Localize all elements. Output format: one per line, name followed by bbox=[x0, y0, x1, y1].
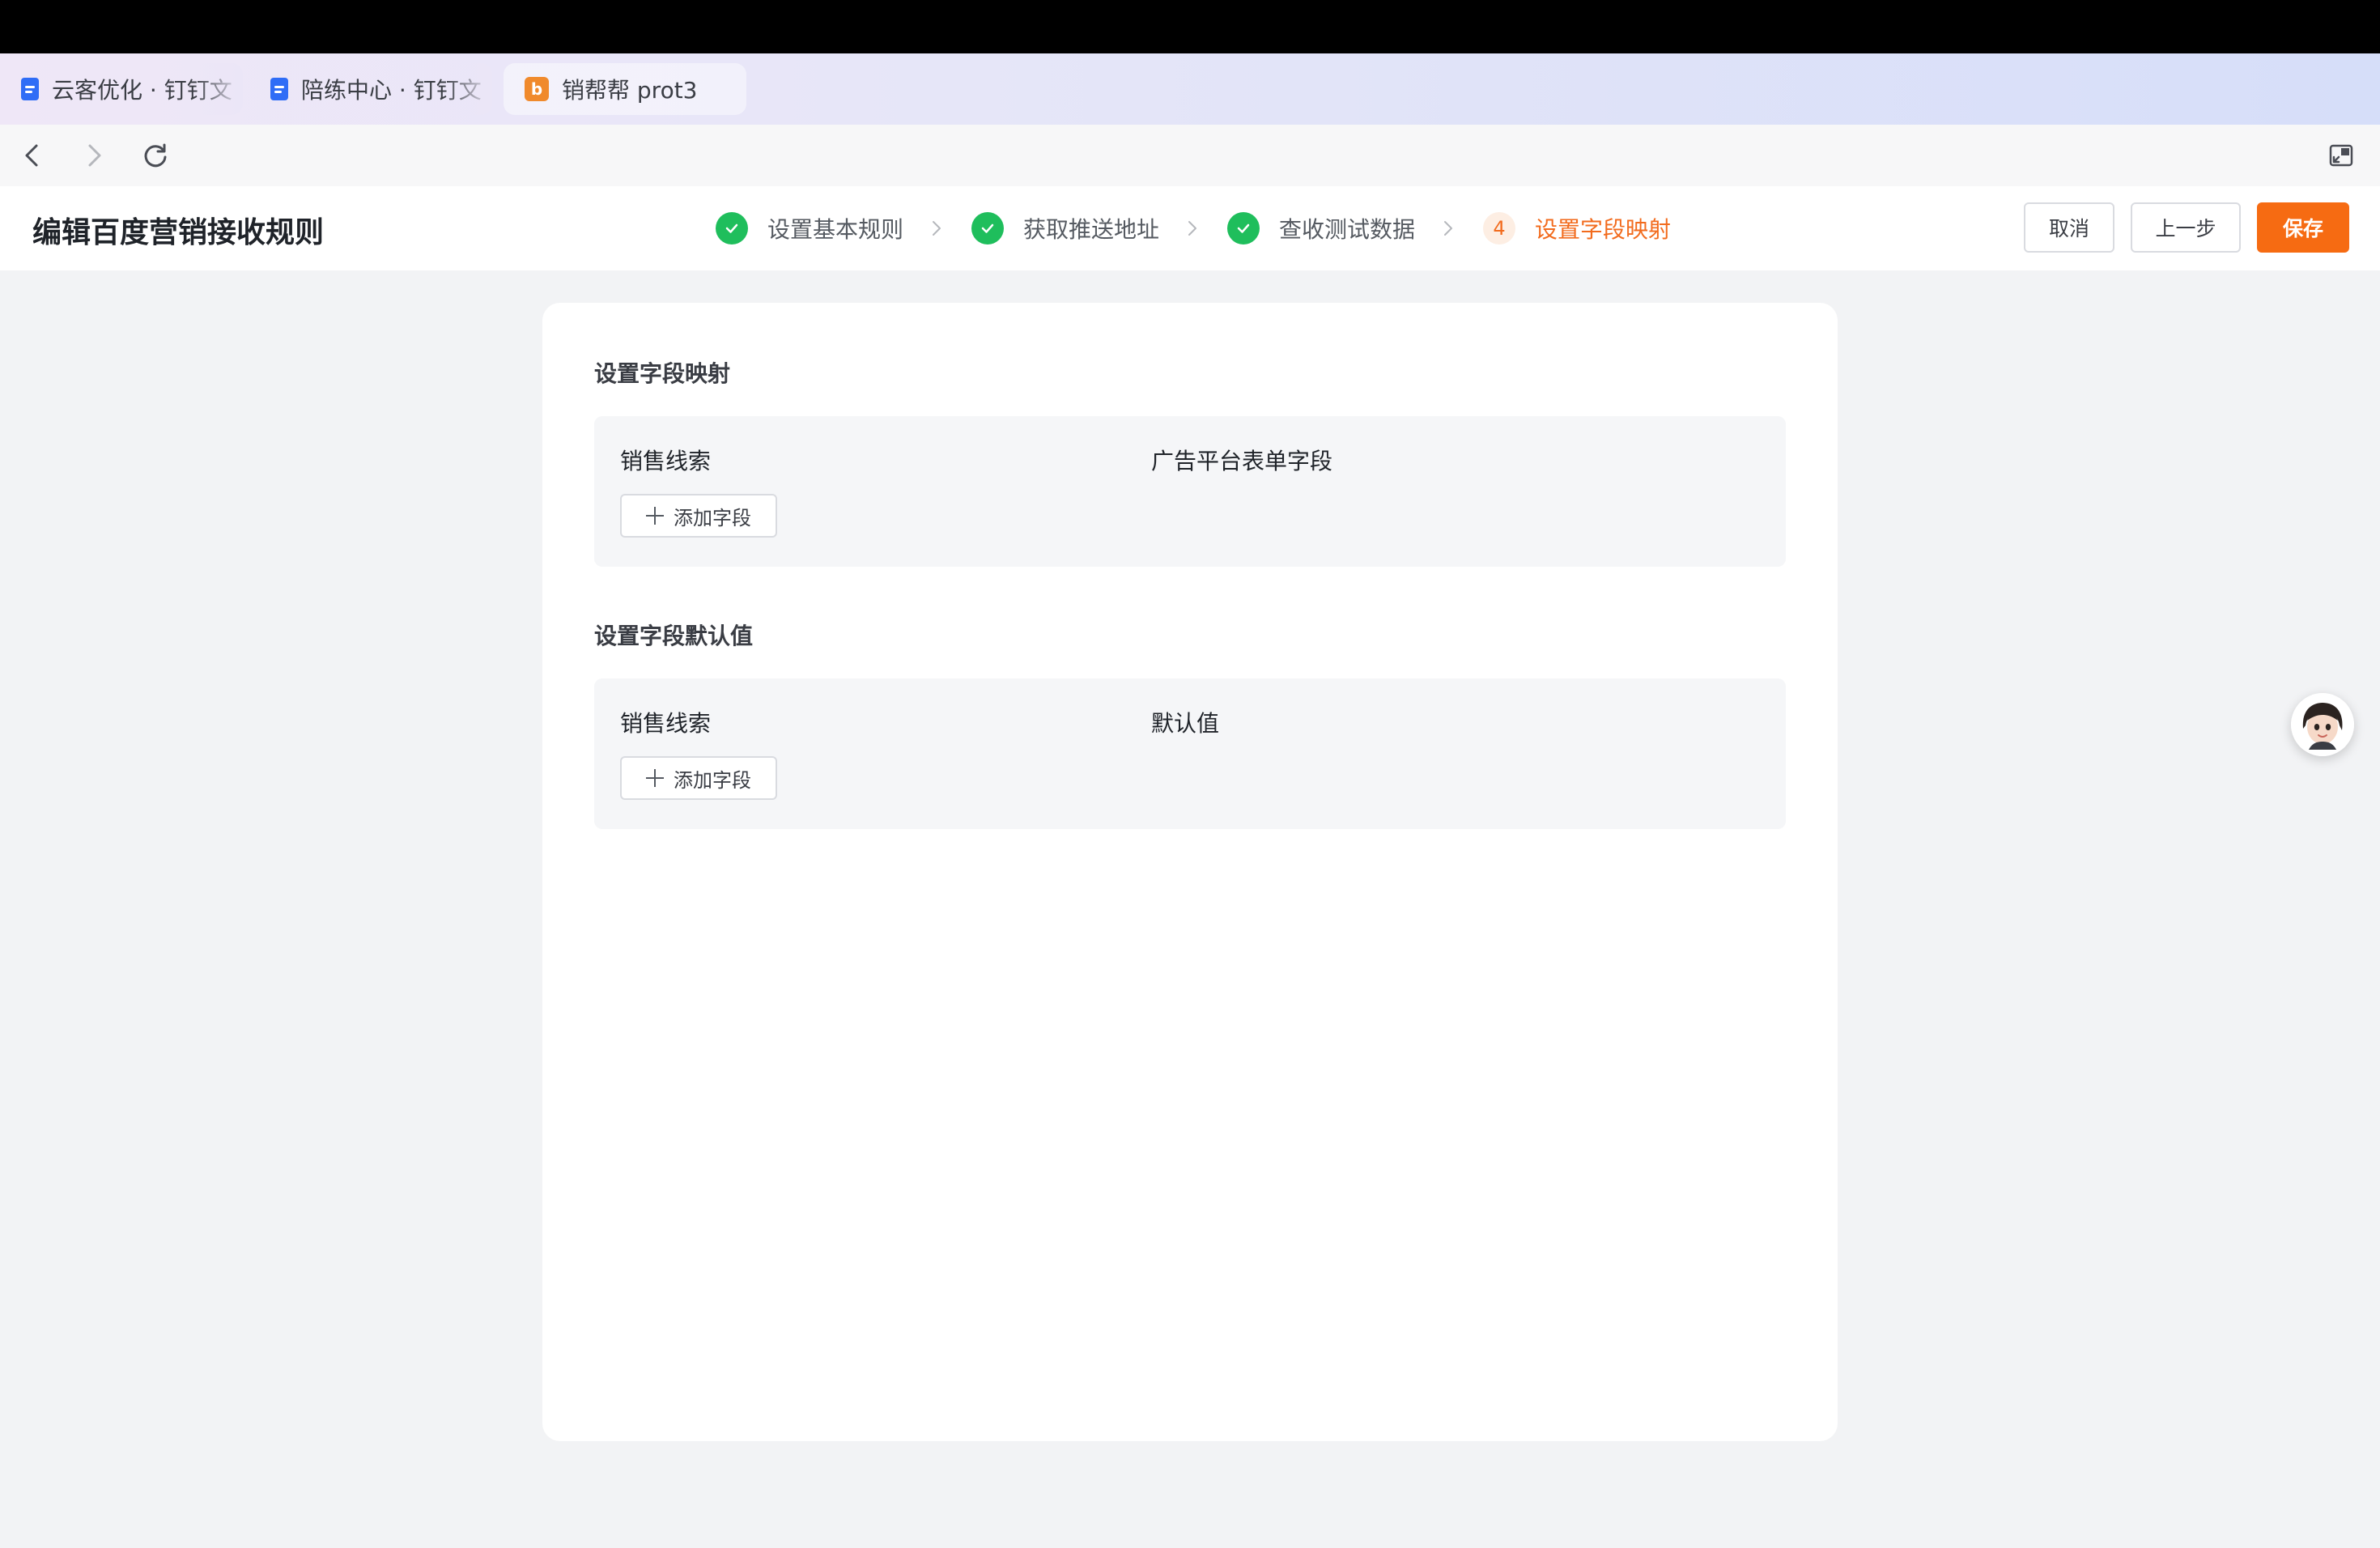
chevron-right-icon bbox=[88, 144, 101, 167]
button-label: 添加字段 bbox=[674, 506, 751, 529]
chevron-left-icon bbox=[25, 144, 38, 167]
mapping-panel: 销售线索 广告平台表单字段 添加字段 bbox=[594, 416, 1786, 567]
step-1: 设置基本规则 bbox=[716, 212, 903, 245]
step-indicator: 设置基本规则 获取推送地址 查收测试数据 4 设置字段映射 bbox=[716, 211, 1671, 246]
browser-nav-bar bbox=[0, 125, 2380, 186]
step-2: 获取推送地址 bbox=[971, 212, 1159, 245]
picture-in-picture-icon bbox=[2329, 144, 2353, 167]
tab-label: 销帮帮 prot3 bbox=[562, 77, 698, 104]
section-title-mapping: 设置字段映射 bbox=[594, 360, 731, 387]
button-label: 添加字段 bbox=[674, 768, 751, 792]
chevron-right-icon bbox=[1443, 219, 1454, 237]
chevron-right-icon bbox=[931, 219, 942, 237]
cancel-button[interactable]: 取消 bbox=[2024, 202, 2114, 253]
column-header: 广告平台表单字段 bbox=[1151, 448, 1333, 474]
column-header: 销售线索 bbox=[620, 710, 712, 737]
check-circle-icon bbox=[716, 212, 748, 245]
b-icon: b bbox=[525, 77, 549, 101]
plus-icon bbox=[646, 769, 664, 787]
step-label: 设置基本规则 bbox=[767, 216, 904, 243]
browser-tab-peilian[interactable]: 陪练中心 · 钉钉文 bbox=[249, 63, 492, 115]
check-circle-icon bbox=[971, 212, 1005, 245]
step-3: 查收测试数据 bbox=[1227, 212, 1415, 245]
forward-button[interactable] bbox=[74, 136, 113, 175]
add-default-field-button[interactable]: 添加字段 bbox=[620, 756, 777, 800]
section-title-defaults: 设置字段默认值 bbox=[594, 623, 754, 649]
doc-icon bbox=[21, 78, 39, 100]
step-label: 设置字段映射 bbox=[1535, 216, 1672, 243]
column-header: 销售线索 bbox=[620, 448, 712, 474]
page-title: 编辑百度营销接收规则 bbox=[32, 216, 325, 249]
step-number: 4 bbox=[1483, 212, 1516, 245]
browser-tab-xiaobangbang[interactable]: b 销帮帮 prot3 bbox=[504, 63, 746, 115]
browser-tab-yunke[interactable]: 云客优化 · 钉钉文 bbox=[0, 63, 243, 115]
assistant-avatar[interactable] bbox=[2291, 693, 2354, 756]
top-bar bbox=[0, 0, 2380, 53]
step-label: 获取推送地址 bbox=[1023, 216, 1160, 243]
page-header: 编辑百度营销接收规则 设置基本规则 获取推送地址 查收测试数据 4 设置字段映射… bbox=[0, 186, 2380, 270]
chevron-right-icon bbox=[1187, 219, 1198, 237]
avatar-icon bbox=[2291, 693, 2354, 756]
form-card: 设置字段映射 销售线索 广告平台表单字段 添加字段 设置字段默认值 销售线索 默… bbox=[542, 303, 1838, 1441]
column-header: 默认值 bbox=[1151, 710, 1220, 737]
doc-icon bbox=[270, 78, 288, 100]
back-button[interactable] bbox=[13, 136, 52, 175]
browser-tab-bar: 云客优化 · 钉钉文 陪练中心 · 钉钉文 b 销帮帮 prot3 bbox=[0, 53, 2380, 125]
picture-in-picture-button[interactable] bbox=[2322, 136, 2361, 175]
plus-icon bbox=[646, 507, 664, 525]
check-circle-icon bbox=[1227, 212, 1260, 245]
step-4: 4 设置字段映射 bbox=[1483, 212, 1671, 245]
add-mapping-field-button[interactable]: 添加字段 bbox=[620, 494, 777, 538]
save-button[interactable]: 保存 bbox=[2257, 202, 2349, 253]
reload-icon bbox=[144, 143, 167, 168]
defaults-panel: 销售线索 默认值 添加字段 bbox=[594, 678, 1786, 829]
step-label: 查收测试数据 bbox=[1279, 216, 1416, 243]
previous-step-button[interactable]: 上一步 bbox=[2131, 202, 2241, 253]
reload-button[interactable] bbox=[136, 136, 175, 175]
